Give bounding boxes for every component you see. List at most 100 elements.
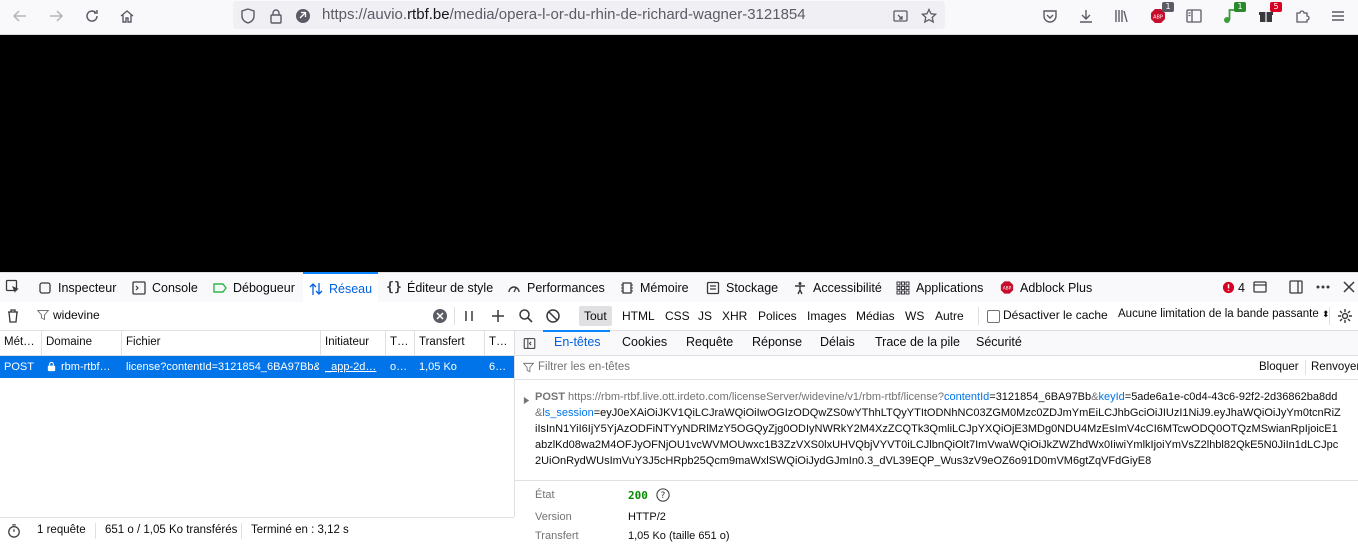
picture-in-picture-icon[interactable] [890, 5, 912, 27]
tab-label: Éditeur de style [407, 280, 494, 295]
transfer-label: Transfert [535, 530, 579, 542]
tab-request[interactable]: Requête [686, 335, 733, 349]
error-count-label: 4 [1238, 280, 1245, 295]
divider [978, 307, 979, 325]
tab-debugger[interactable]: Débogueur [213, 273, 295, 302]
downloads-icon[interactable] [1075, 5, 1097, 27]
column-method[interactable]: Mét… [4, 336, 38, 348]
tab-console[interactable]: Console [132, 273, 198, 302]
tab-applications[interactable]: Applications [896, 273, 983, 302]
close-devtools-icon[interactable] [1338, 276, 1358, 298]
lock-icon[interactable] [265, 5, 287, 27]
tab-adblock-plus[interactable]: ABP Adblock Plus [1000, 273, 1092, 302]
permissions-icon[interactable] [292, 5, 314, 27]
network-status-bar: 1 requête 651 o / 1,05 Ko transférés Ter… [0, 517, 514, 545]
transfer-value: 1,05 Ko (taille 651 o) [628, 530, 730, 542]
table-row[interactable]: POST rbm-rtbf… license?contentId=3121854… [0, 356, 514, 378]
throttling-select[interactable]: Aucune limitation de la bande passante ⬍ [1118, 308, 1330, 320]
clear-filter-icon[interactable] [429, 305, 451, 327]
type-filter-images[interactable]: Images [802, 306, 851, 326]
hamburger-menu-icon[interactable] [1327, 5, 1349, 27]
column-file[interactable]: Fichier [126, 336, 316, 348]
tab-response[interactable]: Réponse [752, 335, 802, 349]
row-initiator-link[interactable]: _app-2d… [325, 361, 383, 373]
type-filter-xhr[interactable]: XHR [717, 306, 752, 326]
column-divider[interactable] [320, 331, 321, 355]
request-list: Mét… Domaine Fichier Initiateur T… Trans… [0, 331, 515, 517]
search-icon[interactable] [515, 305, 537, 327]
responsive-design-icon[interactable] [1249, 276, 1271, 298]
sidebar-icon[interactable] [1183, 5, 1205, 27]
column-size[interactable]: T… [489, 336, 511, 348]
type-filter-ws[interactable]: WS [900, 306, 929, 326]
type-filter-all[interactable]: Tout [579, 306, 612, 326]
column-divider[interactable] [385, 331, 386, 355]
tab-headers[interactable]: En-têtes [554, 335, 601, 349]
type-filter-css[interactable]: CSS [660, 306, 695, 326]
tab-label: Adblock Plus [1020, 280, 1093, 295]
help-icon[interactable]: ? [656, 488, 670, 505]
home-icon[interactable] [116, 5, 138, 27]
more-options-icon[interactable] [1312, 276, 1334, 298]
library-icon[interactable] [1111, 5, 1133, 27]
column-divider[interactable] [484, 331, 485, 355]
tab-stack-trace[interactable]: Trace de la pile [875, 335, 960, 349]
tab-network[interactable]: Réseau [303, 272, 379, 303]
trash-icon[interactable] [2, 305, 24, 327]
type-filter-fonts[interactable]: Polices [753, 306, 802, 326]
forward-arrow-icon[interactable] [45, 5, 67, 27]
bookmark-star-icon[interactable] [918, 5, 940, 27]
reload-icon[interactable] [81, 5, 103, 27]
tab-timings[interactable]: Délais [820, 335, 855, 349]
extension-gift-icon[interactable]: 5 [1255, 2, 1282, 27]
type-filter-other[interactable]: Autre [930, 306, 969, 326]
url-text[interactable]: https://auvio.rtbf.be/media/opera-l-or-d… [322, 6, 806, 23]
performance-stopwatch-icon[interactable] [3, 520, 25, 542]
tab-style-editor[interactable]: {} Éditeur de style [386, 273, 494, 302]
filter-headers-input[interactable]: Filtrer les en-têtes [538, 361, 630, 373]
column-divider[interactable] [121, 331, 122, 355]
tab-accessibility[interactable]: Accessibilité [793, 273, 882, 302]
error-count[interactable]: 4 [1221, 273, 1245, 302]
type-filter-html[interactable]: HTML [617, 306, 660, 326]
pause-icon[interactable] [458, 305, 480, 327]
tab-inspector[interactable]: Inspecteur [38, 273, 116, 302]
back-arrow-icon[interactable] [9, 5, 31, 27]
element-picker-icon[interactable] [2, 276, 24, 298]
column-divider[interactable] [414, 331, 415, 355]
type-filter-js[interactable]: JS [693, 306, 717, 326]
column-initiator[interactable]: Initiateur [325, 336, 383, 348]
tab-performance[interactable]: Performances [507, 273, 605, 302]
column-divider[interactable] [41, 331, 42, 355]
disable-cache-checkbox[interactable] [987, 310, 1000, 323]
filter-url-input[interactable]: widevine [53, 308, 100, 322]
block-requests-icon[interactable] [542, 305, 564, 327]
column-type[interactable]: T… [390, 336, 412, 348]
add-request-icon[interactable] [487, 305, 509, 327]
music-extension-icon[interactable]: 1 [1219, 2, 1246, 27]
request-url-line[interactable]: POST https://rbm-rtbf.live.ott.irdeto.co… [535, 389, 1343, 469]
pocket-icon[interactable] [1039, 5, 1061, 27]
resend-button[interactable]: Renvoyer [1311, 361, 1358, 373]
expand-triangle-icon[interactable] [523, 393, 530, 407]
settings-gear-icon[interactable] [1334, 305, 1356, 327]
request-count: 1 requête [37, 524, 86, 536]
tab-memory[interactable]: Mémoire [620, 273, 689, 302]
abp-badge: 1 [1162, 2, 1174, 12]
finish-time: Terminé en : 3,12 s [251, 524, 349, 536]
adblock-extension-icon[interactable]: ABP 1 [1147, 2, 1174, 27]
column-domain[interactable]: Domaine [46, 336, 118, 348]
tracking-shield-icon[interactable] [237, 5, 259, 27]
tab-cookies[interactable]: Cookies [622, 335, 667, 349]
video-player[interactable] [0, 35, 1358, 272]
extensions-puzzle-icon[interactable] [1291, 5, 1313, 27]
filter-funnel-icon [34, 306, 52, 324]
tab-storage[interactable]: Stockage [706, 273, 778, 302]
type-filter-media[interactable]: Médias [851, 306, 900, 326]
block-button[interactable]: Bloquer [1259, 361, 1299, 373]
version-label: Version [535, 511, 572, 523]
toggle-panel-icon[interactable] [518, 332, 540, 354]
dock-side-icon[interactable] [1285, 276, 1307, 298]
tab-security[interactable]: Sécurité [976, 335, 1022, 349]
column-transferred[interactable]: Transfert [419, 336, 481, 348]
